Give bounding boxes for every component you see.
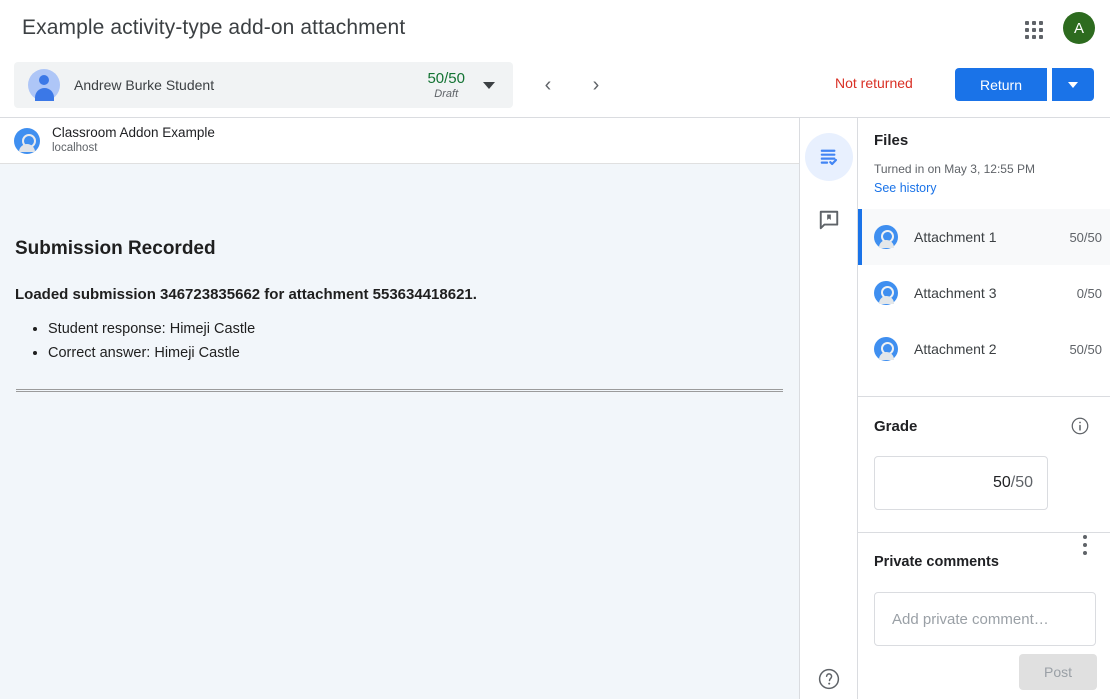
files-title: Files	[874, 132, 1110, 149]
post-comment-button[interactable]: Post	[1019, 654, 1097, 690]
right-rail	[800, 118, 858, 699]
apps-dot	[1032, 35, 1036, 39]
addon-app-title: Classroom Addon Example	[52, 125, 215, 141]
chevron-down-icon	[1068, 82, 1078, 88]
apps-grid-icon[interactable]	[1018, 14, 1050, 46]
addon-iframe-header: Classroom Addon Example localhost	[0, 118, 799, 164]
see-history-link[interactable]: See history	[874, 181, 1110, 195]
apps-dot	[1032, 21, 1036, 25]
apps-dot	[1025, 35, 1029, 39]
student-selector[interactable]: Andrew Burke Student 50/50 Draft	[14, 62, 513, 108]
student-grade-state: Draft	[427, 87, 465, 101]
file-name: Attachment 2	[914, 341, 1069, 357]
return-options-button[interactable]	[1052, 68, 1094, 101]
file-score: 50/50	[1069, 342, 1110, 357]
file-name: Attachment 3	[914, 285, 1077, 301]
file-name: Attachment 1	[914, 229, 1069, 245]
classroom-addon-icon	[874, 337, 898, 361]
student-grade-summary: 50/50 Draft	[427, 70, 465, 101]
submission-heading: Submission Recorded	[15, 238, 791, 260]
page-title: Example activity-type add-on attachment	[22, 16, 405, 40]
previous-student-button[interactable]: ‹	[533, 70, 563, 100]
comment-bank-icon[interactable]	[805, 196, 853, 244]
help-circle-icon[interactable]	[817, 667, 841, 691]
apps-dot	[1039, 28, 1043, 32]
private-comment-placeholder: Add private comment…	[892, 611, 1049, 628]
next-student-button[interactable]: ›	[581, 70, 611, 100]
assignment-check-icon[interactable]	[805, 133, 853, 181]
private-comments-label: Private comments	[874, 554, 1110, 570]
private-comments-section: Private comments Add private comment… Po…	[858, 533, 1110, 646]
info-circle-icon[interactable]	[1070, 416, 1090, 441]
grading-page: Example activity-type add-on attachment …	[0, 0, 1110, 699]
apps-dot	[1039, 35, 1043, 39]
submission-lead: Loaded submission 346723835662 for attac…	[15, 286, 791, 303]
addon-content: Submission Recorded Loaded submission 34…	[0, 238, 799, 392]
addon-iframe: Classroom Addon Example localhost Submis…	[0, 118, 800, 699]
addon-host: localhost	[52, 141, 215, 156]
list-item: Correct answer: Himeji Castle	[48, 341, 791, 365]
avatar[interactable]: A	[1063, 12, 1095, 44]
turned-in-timestamp: Turned in on May 3, 12:55 PM	[874, 162, 1110, 176]
content-divider	[16, 389, 783, 392]
apps-dot	[1032, 28, 1036, 32]
file-score: 0/50	[1077, 286, 1110, 301]
chevron-down-icon[interactable]	[483, 82, 495, 89]
apps-dot	[1025, 21, 1029, 25]
private-comment-input[interactable]: Add private comment…	[874, 592, 1096, 646]
apps-dot	[1025, 28, 1029, 32]
files-section-header: Files Turned in on May 3, 12:55 PM See h…	[858, 118, 1110, 195]
classroom-addon-icon	[14, 128, 40, 154]
file-list-item-2[interactable]: Attachment 3 0/50	[858, 265, 1110, 321]
student-score: 50/50	[427, 70, 465, 87]
classroom-addon-icon	[874, 225, 898, 249]
list-item: Student response: Himeji Castle	[48, 317, 791, 341]
grade-value: 50	[993, 474, 1011, 492]
classroom-addon-icon	[874, 281, 898, 305]
grade-input[interactable]: 50/50	[874, 456, 1048, 510]
grade-denominator: /50	[1011, 474, 1033, 492]
file-list-item-3[interactable]: Attachment 2 50/50	[858, 321, 1110, 377]
top-header: Example activity-type add-on attachment …	[0, 0, 1110, 59]
submission-details-list: Student response: Himeji Castle Correct …	[8, 317, 791, 365]
file-score: 50/50	[1069, 230, 1110, 245]
student-name: Andrew Burke Student	[74, 77, 427, 93]
return-button[interactable]: Return	[955, 68, 1047, 101]
right-panel: Files Turned in on May 3, 12:55 PM See h…	[858, 118, 1110, 699]
addon-iframe-header-text: Classroom Addon Example localhost	[52, 125, 215, 156]
file-list: Attachment 1 50/50 Attachment 3 0/50 Att…	[858, 209, 1110, 377]
file-list-item-1[interactable]: Attachment 1 50/50	[858, 209, 1110, 265]
apps-dot	[1039, 21, 1043, 25]
status-badge: Not returned	[835, 75, 913, 91]
grade-section: Grade 50/50	[858, 397, 1110, 510]
student-avatar-icon	[28, 69, 60, 101]
